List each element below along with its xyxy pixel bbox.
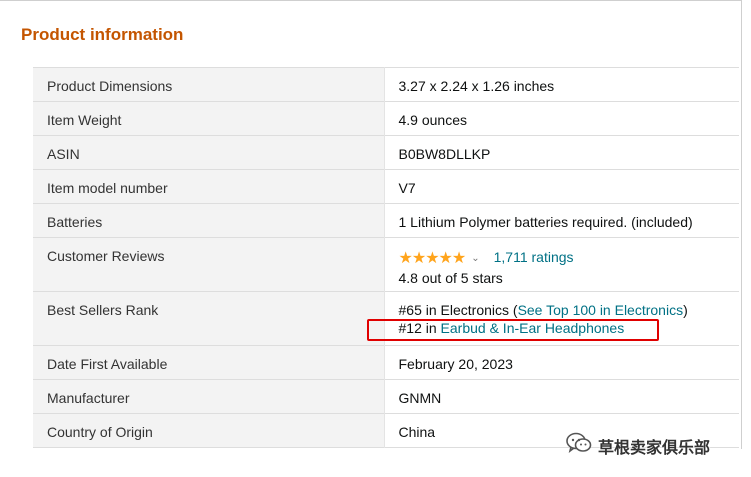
best-sellers-rank-cell: #65 in Electronics (See Top 100 in Elect…: [384, 292, 739, 346]
row-label: Product Dimensions: [33, 67, 385, 102]
section-title: Product information: [21, 25, 184, 44]
table-row: Customer Reviews ★★★★★ ⌄ 1,711 ratings 4.8…: [33, 237, 739, 292]
star-rating-icon[interactable]: ★★★★★: [399, 250, 467, 267]
table-row: Product Dimensions 3.27 x 2.24 x 1.26 in…: [33, 67, 739, 102]
customer-reviews-cell: ★★★★★ ⌄ 1,711 ratings 4.8 out of 5 stars: [384, 238, 739, 292]
top-100-electronics-link[interactable]: See Top 100 in Electronics: [518, 302, 684, 318]
ratings-count-link[interactable]: 1,711 ratings: [494, 249, 574, 265]
row-label: Manufacturer: [33, 379, 385, 414]
row-value: V7: [398, 180, 416, 196]
row-value: GNMN: [398, 390, 442, 406]
rank-line-earbuds: #12 in Earbud & In-Ear Headphones: [399, 320, 740, 336]
row-value: 4.9 ounces: [398, 112, 468, 128]
rating-text: 4.8 out of 5 stars: [398, 270, 503, 286]
chevron-down-icon[interactable]: ⌄: [471, 253, 479, 264]
watermark: 草根卖家俱乐部: [566, 432, 710, 459]
product-info-table: Product Dimensions 3.27 x 2.24 x 1.26 in…: [33, 67, 739, 448]
rank-prefix: #12 in: [398, 320, 441, 336]
wechat-icon: [566, 432, 592, 459]
table-row: Item Weight 4.9 ounces: [33, 101, 739, 136]
row-label: Customer Reviews: [33, 237, 385, 292]
row-label: Date First Available: [33, 345, 385, 380]
row-value: B0BW8DLLKP: [398, 146, 491, 162]
rank-prefix: #65 in Electronics (: [398, 302, 518, 318]
top-divider: [0, 0, 742, 1]
table-row: ASIN B0BW8DLLKP: [33, 135, 739, 170]
rating-summary: ★★★★★ ⌄ 1,711 ratings: [399, 248, 740, 268]
table-row: Batteries 1 Lithium Polymer batteries re…: [33, 203, 739, 238]
table-row: Best Sellers Rank #65 in Electronics (Se…: [33, 291, 739, 346]
rank-line-electronics: #65 in Electronics (See Top 100 in Elect…: [399, 302, 740, 318]
row-label: ASIN: [33, 135, 385, 170]
row-value: February 20, 2023: [398, 356, 513, 372]
rank-suffix: ): [683, 302, 688, 318]
row-label: Batteries: [33, 203, 385, 238]
row-value: 3.27 x 2.24 x 1.26 inches: [398, 78, 555, 94]
table-row: Item model number V7: [33, 169, 739, 204]
right-divider: [741, 0, 742, 449]
earbud-headphones-link[interactable]: Earbud & In-Ear Headphones: [441, 320, 625, 336]
row-label: Item model number: [33, 169, 385, 204]
row-label: Item Weight: [33, 101, 385, 136]
table-row: Manufacturer GNMN: [33, 379, 739, 414]
table-row: Date First Available February 20, 2023: [33, 345, 739, 380]
row-label: Country of Origin: [33, 413, 385, 448]
watermark-text: 草根卖家俱乐部: [598, 439, 711, 457]
row-label: Best Sellers Rank: [33, 291, 385, 346]
row-value: 1 Lithium Polymer batteries required. (i…: [398, 214, 693, 230]
